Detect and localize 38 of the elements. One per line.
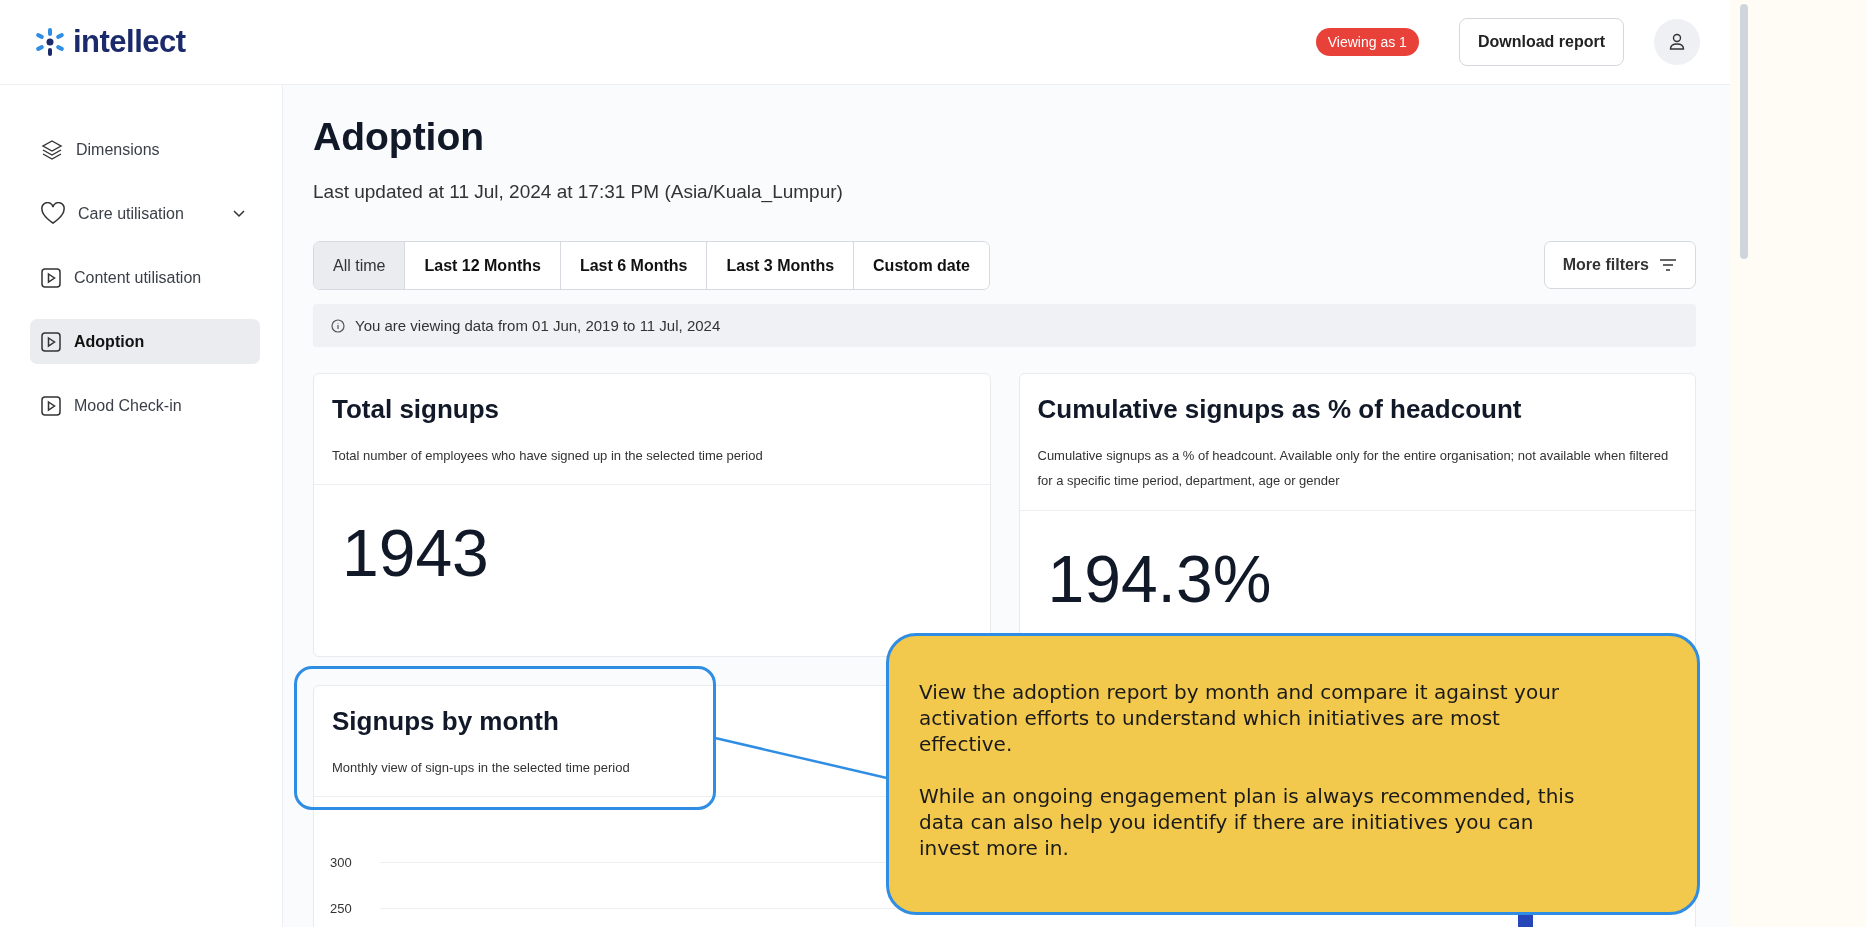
info-text: You are viewing data from 01 Jun, 2019 to 11 Jul, 2024 xyxy=(355,317,721,334)
brand-name: intellect xyxy=(73,24,186,60)
sidebar-item[interactable]: Dimensions xyxy=(30,127,260,172)
profile-button[interactable] xyxy=(1654,19,1700,65)
layers-icon xyxy=(40,137,64,162)
chevron-down-icon xyxy=(232,208,246,219)
tooltip-text: While an ongoing engagement plan is always recommended, this data can also help you identify if there are initiatives you can invest more in. xyxy=(919,783,1576,861)
play-icon xyxy=(40,330,62,353)
sidebar-item[interactable]: Mood Check-in xyxy=(30,383,260,428)
last-updated-text: Last updated at 11 Jul, 2024 at 17:31 PM (Asia/Kuala_Lumpur) xyxy=(313,181,844,203)
sidebar-item[interactable]: Care utilisation xyxy=(30,191,260,236)
card-description: Cumulative signups as a % of headcount. Available only for the entire organisation; not available when filtered for a specific time period, department, age or gender xyxy=(1037,447,1670,491)
axis-label: 250 xyxy=(330,900,353,916)
axis-label: 300 xyxy=(330,854,353,870)
logo-icon xyxy=(35,27,65,57)
period-tab[interactable]: Custom date xyxy=(853,242,989,289)
heart-icon xyxy=(40,201,66,226)
card-title: Cumulative signups as % of headcount xyxy=(1037,394,1522,425)
play-icon xyxy=(40,266,62,289)
download-report-button[interactable]: Download report xyxy=(1458,18,1624,66)
stat-value: 1943 xyxy=(341,515,490,593)
more-filters-button[interactable]: More filters xyxy=(1543,241,1696,289)
tooltip-text: View the adoption report by month and compare it against your activation efforts to understand which initiatives are most effective. xyxy=(919,679,1561,757)
page-title: Adoption xyxy=(313,115,486,159)
card-description: Monthly view of sign-ups in the selected time period xyxy=(332,759,630,777)
period-tab[interactable]: All time xyxy=(314,242,405,289)
info-icon xyxy=(331,318,345,333)
user-icon xyxy=(1667,32,1687,52)
play-icon xyxy=(40,394,62,417)
stat-value: 194.3% xyxy=(1046,540,1273,618)
filter-icon xyxy=(1659,258,1677,272)
viewing-badge: Viewing as 1 xyxy=(1315,28,1419,56)
card-description: Total number of employees who have signed up in the selected time period xyxy=(332,447,764,465)
card-title: Total signups xyxy=(332,394,500,425)
sidebar-item[interactable]: Content utilisation xyxy=(30,255,260,300)
sidebar-item[interactable]: Adoption xyxy=(30,319,260,364)
scrollbar[interactable] xyxy=(1740,4,1748,259)
card-title: Signups by month xyxy=(332,706,559,737)
